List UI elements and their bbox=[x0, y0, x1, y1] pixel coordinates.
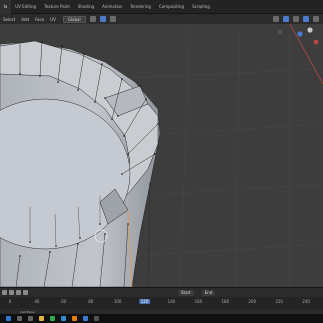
current-frame-indicator: 120 bbox=[138, 299, 151, 304]
jump-end-icon[interactable] bbox=[23, 290, 28, 295]
material-shading-icon[interactable] bbox=[313, 16, 319, 22]
view-menu[interactable]: Select bbox=[0, 17, 18, 22]
workspace-tab[interactable]: Animation bbox=[98, 0, 126, 14]
play-reverse-icon[interactable] bbox=[9, 290, 14, 295]
timeline-tick: 80 bbox=[88, 299, 94, 304]
xray-icon[interactable] bbox=[283, 16, 289, 22]
overlay-icon[interactable] bbox=[273, 16, 279, 22]
workspace-tab[interactable]: Texture Paint bbox=[40, 0, 74, 14]
timeline-tick: 140 bbox=[167, 299, 176, 304]
workspace-tab[interactable]: Compositing bbox=[155, 0, 188, 14]
workspace-tab[interactable]: Scripting bbox=[188, 0, 214, 14]
workspace-tab[interactable]: Rendering bbox=[127, 0, 155, 14]
play-icon[interactable] bbox=[16, 290, 21, 295]
timeline-tick: 200 bbox=[248, 299, 257, 304]
workspace-tab[interactable]: ls bbox=[0, 0, 12, 14]
wireframe-shading-icon[interactable] bbox=[293, 16, 299, 22]
end-frame-field[interactable]: End bbox=[201, 289, 216, 296]
os-taskbar bbox=[0, 314, 323, 323]
timeline-tick: 220 bbox=[275, 299, 283, 304]
face-menu[interactable]: Face bbox=[32, 17, 47, 22]
snap-icon[interactable] bbox=[99, 16, 106, 22]
timeline-tick: 180 bbox=[221, 299, 230, 304]
3d-viewport[interactable] bbox=[0, 24, 323, 287]
viewport-header: Select Add Face UV Global bbox=[0, 14, 323, 24]
workspace-tab[interactable]: Shading bbox=[74, 0, 98, 14]
workspace-bar: ls UV Editing Texture Paint Shading Animatio… bbox=[0, 0, 323, 14]
timeline-tick: 40 bbox=[34, 299, 40, 304]
timeline-tick: 0 bbox=[8, 299, 12, 304]
search-icon[interactable] bbox=[17, 316, 22, 321]
mesh-canvas[interactable] bbox=[0, 24, 323, 287]
windows-start-icon[interactable] bbox=[6, 316, 11, 321]
timeline-controls: Start End bbox=[0, 288, 323, 297]
x-axis-line bbox=[289, 24, 323, 85]
add-menu[interactable]: Add bbox=[18, 17, 32, 22]
jump-start-icon[interactable] bbox=[2, 290, 7, 295]
timeline-tick: 60 bbox=[61, 299, 67, 304]
solid-shading-icon[interactable] bbox=[303, 16, 309, 22]
task-view-icon[interactable] bbox=[28, 316, 33, 321]
pivot-icon[interactable] bbox=[89, 16, 96, 22]
uv-menu[interactable]: UV bbox=[47, 17, 59, 22]
blender-icon[interactable] bbox=[72, 316, 77, 321]
edge-icon[interactable] bbox=[61, 316, 66, 321]
timeline-tick: 240 bbox=[302, 299, 310, 304]
transform-orientation-select[interactable]: Global bbox=[62, 15, 86, 23]
status-text: Call Menu bbox=[20, 309, 35, 314]
file-explorer-icon[interactable] bbox=[39, 316, 44, 321]
timeline-tick: 160 bbox=[194, 299, 203, 304]
timeline-tick: 100 bbox=[113, 299, 122, 304]
navigation-gizmo[interactable] bbox=[277, 27, 319, 45]
store-icon[interactable] bbox=[94, 316, 99, 321]
mail-icon[interactable] bbox=[83, 316, 88, 321]
workspace-tab[interactable]: UV Editing bbox=[11, 0, 40, 14]
timeline-panel: Start End 0 40 60 80 100 120 140 160 180 200 220 24… bbox=[0, 287, 323, 309]
timeline-ruler[interactable]: 0 40 60 80 100 120 140 160 180 200 220 240 bbox=[0, 298, 323, 308]
chrome-icon[interactable] bbox=[50, 316, 55, 321]
proportional-edit-icon[interactable] bbox=[109, 16, 116, 22]
start-frame-field[interactable]: Start bbox=[178, 289, 194, 296]
